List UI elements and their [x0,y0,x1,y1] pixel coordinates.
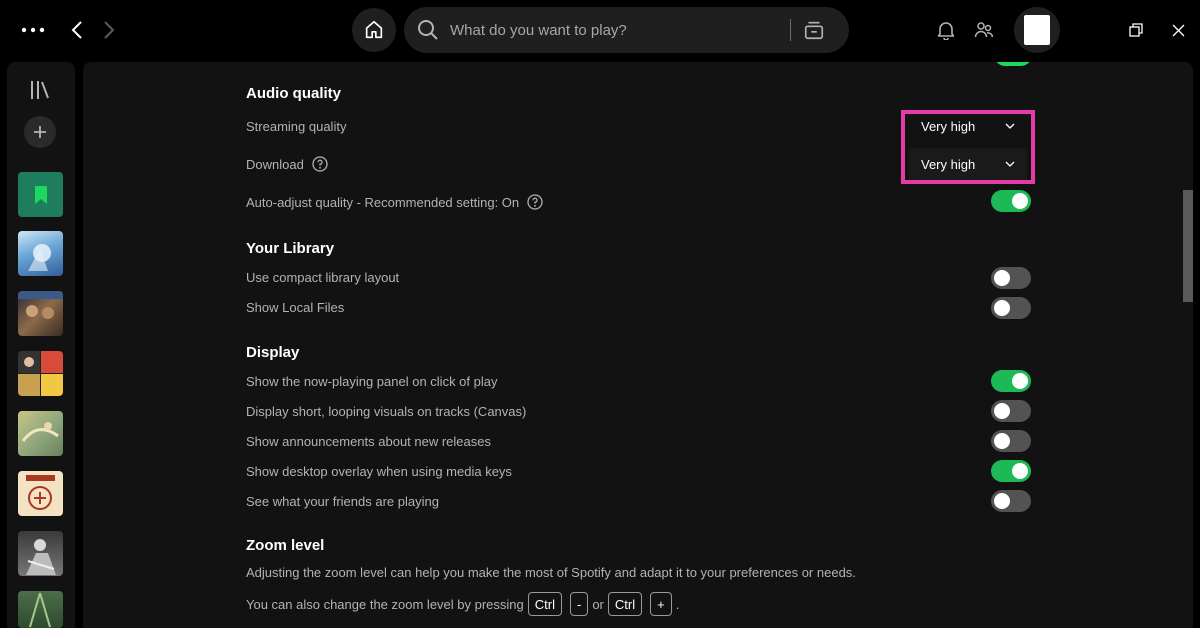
friends-icon [974,22,994,38]
search-icon [418,20,438,40]
canvas-label: Display short, looping visuals on tracks… [246,404,527,419]
home-button[interactable] [352,8,396,52]
download-label: Download [246,156,328,172]
ctrl-key: Ctrl [607,592,643,616]
section-title-zoom-level: Zoom level [246,537,325,554]
auto-adjust-text: Auto-adjust quality - Recommended settin… [246,194,520,210]
playlist-thumbnail[interactable] [18,291,63,336]
bell-icon [937,22,955,40]
notifications-button[interactable] [934,18,958,42]
announcements-label: Show announcements about new releases [246,434,491,449]
zoom-shortcut-text: You can also change the zoom level by pr… [246,596,524,612]
auto-adjust-toggle[interactable] [991,190,1031,212]
playlist-thumbnail[interactable] [18,351,63,396]
window-restore-button[interactable] [1126,20,1146,40]
sidebar [7,62,75,628]
library-button[interactable] [28,78,52,102]
toggle-switch[interactable] [994,62,1032,66]
ctrl-key: Ctrl [527,592,562,616]
top-bar [0,0,1200,60]
or-text: or [592,596,604,612]
album-art-image [18,291,63,319]
album-art-image [28,244,51,271]
now-playing-panel-toggle[interactable] [991,370,1031,392]
close-icon [1172,24,1184,36]
settings-panel: Audio quality Streaming quality Very hig… [83,62,1193,628]
chevron-right-icon [104,21,115,39]
canvas-toggle[interactable] [991,400,1031,422]
toggle-knob [994,403,1010,419]
auto-adjust-label: Auto-adjust quality - Recommended settin… [246,194,543,210]
playlist-thumbnail[interactable] [18,411,63,456]
help-icon[interactable] [312,156,328,172]
album-art-image [26,475,55,510]
avatar-image [1024,15,1050,45]
toggle-knob [994,270,1010,286]
playlist-thumbnail[interactable] [18,531,63,576]
browse-icon [804,21,824,40]
home-icon [365,20,383,39]
window-close-button[interactable] [1168,20,1188,40]
restore-icon [1129,23,1143,37]
back-button[interactable] [62,14,92,46]
toggle-knob [1012,373,1028,389]
avatar[interactable] [1014,7,1060,53]
streaming-quality-text: Streaming quality [246,119,347,134]
desktop-overlay-toggle[interactable] [991,460,1031,482]
period-text: . [675,596,680,612]
album-art-image [26,539,56,575]
compact-library-label: Use compact library layout [246,270,400,285]
forward-button[interactable] [94,14,124,46]
zoom-shortcut-description: You can also change the zoom level by pr… [246,592,679,616]
section-title-audio-quality: Audio quality [246,85,341,102]
browse-button[interactable] [801,17,827,43]
search-bar[interactable] [404,7,849,53]
search-divider [790,19,791,41]
more-dots-icon[interactable] [18,18,48,42]
library-icon [31,81,49,99]
bookmark-icon [34,185,47,204]
album-art-image [18,351,63,396]
section-title-your-library: Your Library [246,240,335,257]
zoom-description: Adjusting the zoom level can help you ma… [246,565,856,580]
friend-activity-button[interactable] [972,18,996,42]
download-text: Download [246,156,304,172]
section-title-display: Display [246,344,300,361]
now-playing-panel-label: Show the now-playing panel on click of p… [246,374,498,389]
toggle-knob [994,433,1010,449]
search-input[interactable] [450,21,780,39]
toggle-knob [1012,193,1028,209]
playlist-thumbnail[interactable] [18,591,63,628]
toggle-knob [994,300,1010,316]
help-icon[interactable] [527,194,543,210]
local-files-label: Show Local Files [246,300,345,315]
playlist-thumbnail[interactable] [18,471,63,516]
announcements-toggle[interactable] [991,430,1031,452]
plus-icon [34,126,46,138]
scrollbar[interactable] [1183,190,1193,302]
album-art-image [21,422,59,442]
desktop-overlay-label: Show desktop overlay when using media ke… [246,464,512,479]
create-playlist-button[interactable] [24,116,56,148]
playlist-thumbnail[interactable] [18,231,63,276]
plus-key: + [650,592,672,616]
streaming-quality-label: Streaming quality [246,119,346,134]
toggle-knob [994,493,1010,509]
highlight-box [901,110,1035,184]
minus-key: - [569,592,589,616]
local-files-toggle[interactable] [991,297,1031,319]
friends-activity-label: See what your friends are playing [246,494,439,509]
chevron-left-icon [71,21,82,39]
compact-library-toggle[interactable] [991,267,1031,289]
album-art-image [29,592,51,628]
friends-activity-toggle[interactable] [991,490,1031,512]
toggle-knob [1012,463,1028,479]
liked-songs-thumbnail[interactable] [18,172,63,217]
